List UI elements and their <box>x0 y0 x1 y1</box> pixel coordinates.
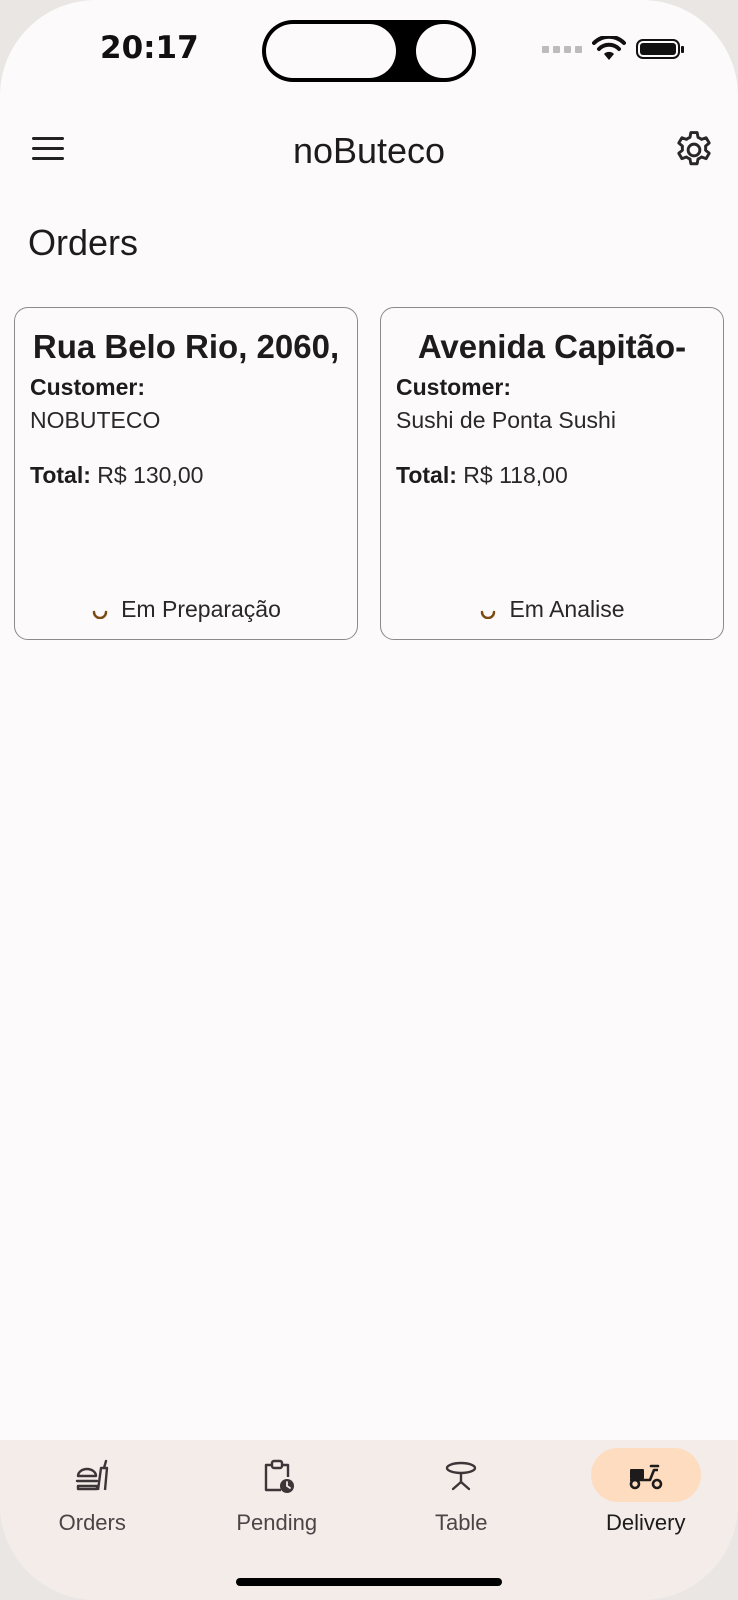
home-indicator[interactable] <box>236 1578 502 1586</box>
orders-grid: Rua Belo Rio, 2060, Customer: NOBUTECO T… <box>14 307 724 640</box>
food-icon <box>76 1459 109 1491</box>
nav-label: Pending <box>236 1510 318 1535</box>
order-total: Total: R$ 118,00 <box>396 462 723 489</box>
order-total: Total: R$ 130,00 <box>30 462 357 489</box>
total-label: Total: <box>396 462 457 488</box>
phone-screen: 20:17 noButeco Orders Rua Belo Rio, 2060… <box>0 0 738 1600</box>
loading-spinner-icon <box>92 610 108 619</box>
clipboard-clock-icon <box>264 1459 294 1493</box>
wifi-icon <box>592 36 626 60</box>
loading-spinner-icon <box>481 610 496 619</box>
order-card[interactable]: Avenida Capitão- Customer: Sushi de Pont… <box>380 307 724 640</box>
bottom-navigation: Orders Pending Table Delivery <box>0 1440 738 1600</box>
order-address: Avenida Capitão- <box>417 328 687 365</box>
battery-icon <box>636 39 684 59</box>
table-icon <box>446 1461 477 1491</box>
order-status: Em Preparação <box>15 596 357 623</box>
cellular-icon <box>542 45 582 53</box>
moped-icon <box>629 1464 663 1490</box>
total-value: R$ 130,00 <box>97 462 204 488</box>
dynamic-island <box>262 20 476 82</box>
customer-label: Customer: <box>30 374 146 400</box>
gear-icon <box>677 131 711 166</box>
app-title: noButeco <box>292 130 446 171</box>
nav-item-orders[interactable]: Orders <box>0 1440 185 1600</box>
customer-label: Customer: <box>396 374 512 400</box>
app-bar: noButeco <box>0 118 738 182</box>
nav-label: Table <box>434 1510 488 1535</box>
order-card[interactable]: Rua Belo Rio, 2060, Customer: NOBUTECO T… <box>14 307 358 640</box>
page-title: Orders <box>28 222 139 263</box>
status-icons <box>542 36 684 62</box>
nav-label: Orders <box>58 1510 126 1535</box>
customer-name: NOBUTECO <box>30 407 161 433</box>
nav-item-pending[interactable]: Pending <box>185 1440 370 1600</box>
nav-item-table[interactable]: Table <box>369 1440 554 1600</box>
total-value: R$ 118,00 <box>463 462 568 488</box>
status-text: Em Preparação <box>121 596 281 622</box>
order-address: Rua Belo Rio, 2060, <box>32 328 340 365</box>
nav-item-delivery[interactable]: Delivery <box>554 1440 738 1600</box>
customer-name: Sushi de Ponta Sushi <box>396 407 616 433</box>
total-label: Total: <box>30 462 91 488</box>
settings-button[interactable] <box>672 128 716 172</box>
nav-label: Delivery <box>606 1510 686 1535</box>
status-text: Em Analise <box>509 596 625 622</box>
order-status: Em Analise <box>381 596 723 623</box>
status-time: 20:17 <box>100 30 199 66</box>
